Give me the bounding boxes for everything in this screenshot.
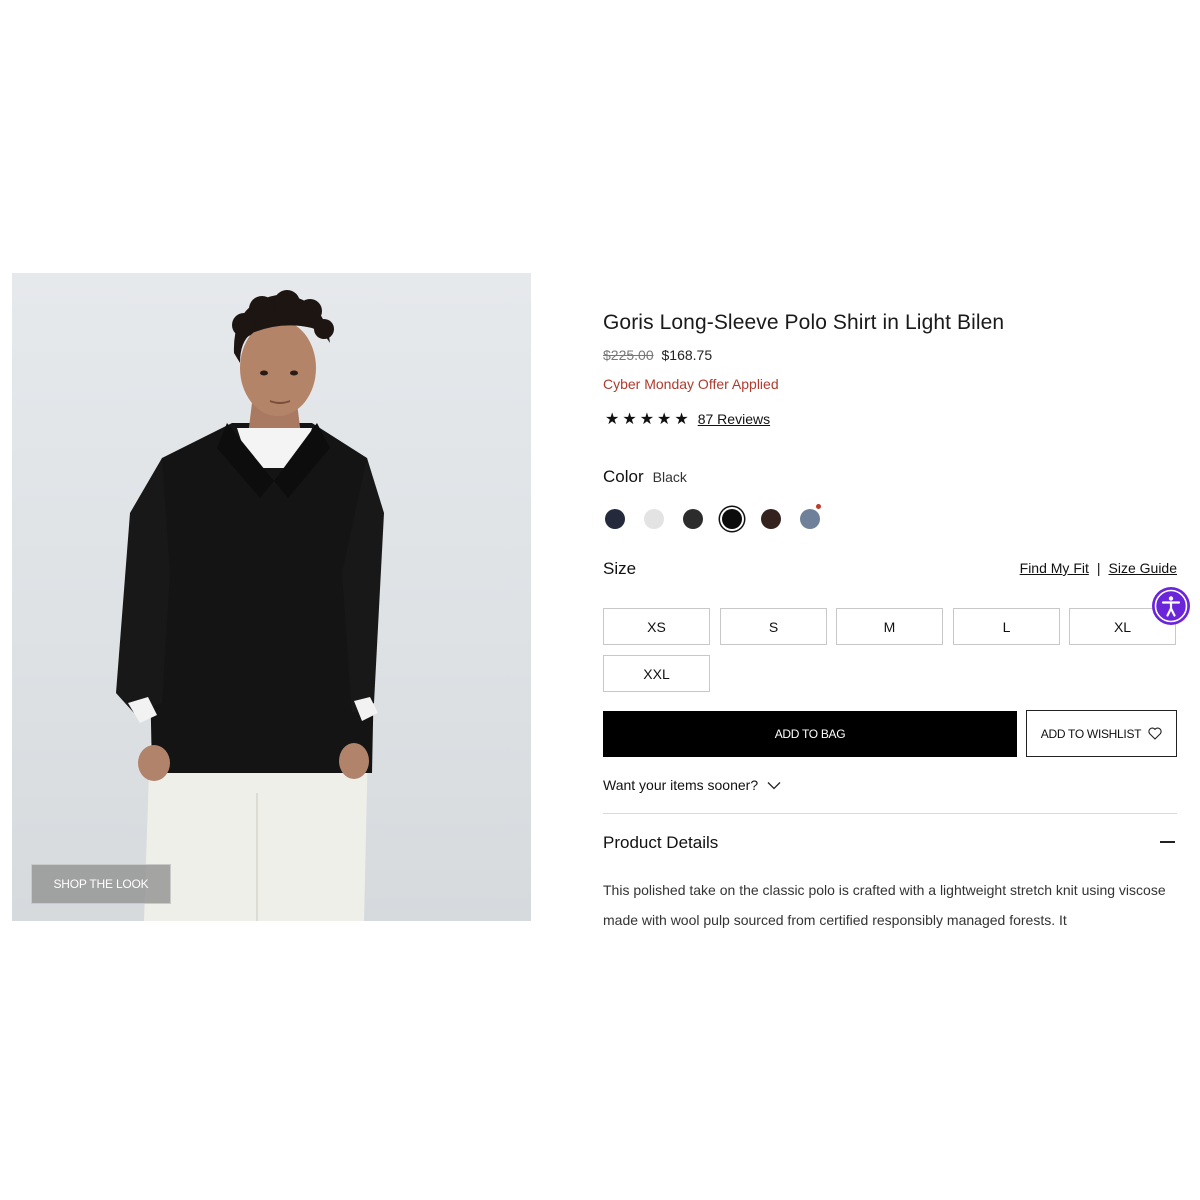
- size-guide-link[interactable]: Size Guide: [1109, 560, 1177, 576]
- color-swatch[interactable]: [722, 509, 742, 529]
- product-details-body: This polished take on the classic polo i…: [603, 882, 1166, 928]
- product-image[interactable]: SHOP THE LOOK: [12, 273, 531, 921]
- minus-icon[interactable]: [1160, 841, 1175, 843]
- color-swatch[interactable]: [644, 509, 664, 529]
- reviews-link[interactable]: 87 Reviews: [698, 411, 770, 427]
- divider: [603, 813, 1177, 814]
- size-option-xs[interactable]: XS: [603, 608, 710, 645]
- product-details-heading[interactable]: Product Details: [603, 833, 718, 853]
- want-sooner-toggle[interactable]: Want your items sooner?: [603, 777, 781, 793]
- color-swatch[interactable]: [605, 509, 625, 529]
- price: $225.00 $168.75: [603, 347, 712, 363]
- color-label: Color: [603, 467, 644, 486]
- star-icon: ★★★★★: [605, 411, 692, 428]
- offer-text: Cyber Monday Offer Applied: [603, 376, 779, 392]
- fit-links: Find My Fit | Size Guide: [1020, 560, 1177, 576]
- size-option-m[interactable]: M: [836, 608, 943, 645]
- color-selector-header: Color Black: [603, 467, 687, 487]
- want-sooner-label: Want your items sooner?: [603, 777, 759, 793]
- add-to-wishlist-button[interactable]: ADD TO WISHLIST: [1026, 710, 1177, 757]
- find-my-fit-link[interactable]: Find My Fit: [1020, 560, 1089, 576]
- swatch-indicator-dot: [816, 504, 821, 509]
- color-swatch[interactable]: [683, 509, 703, 529]
- size-option-l[interactable]: L: [953, 608, 1060, 645]
- size-label: Size: [603, 559, 637, 578]
- link-separator: |: [1096, 560, 1101, 576]
- add-to-bag-button[interactable]: ADD TO BAG: [603, 711, 1017, 757]
- color-swatches: [605, 504, 845, 531]
- accessibility-icon: [1154, 589, 1188, 623]
- product-title: Goris Long-Sleeve Polo Shirt in Light Bi…: [603, 311, 1005, 334]
- color-swatch[interactable]: [761, 509, 781, 529]
- size-option-s[interactable]: S: [720, 608, 827, 645]
- accessibility-button[interactable]: [1152, 587, 1190, 625]
- sale-price: $168.75: [661, 347, 713, 363]
- model-illustration: [116, 290, 384, 921]
- shop-the-look-button[interactable]: SHOP THE LOOK: [31, 864, 171, 904]
- original-price: $225.00: [603, 347, 654, 363]
- heart-icon: [1148, 727, 1162, 740]
- chevron-down-icon: [767, 781, 781, 789]
- rating: ★★★★★ 87 Reviews: [605, 409, 770, 429]
- color-swatch[interactable]: [800, 509, 820, 529]
- add-to-wishlist-label: ADD TO WISHLIST: [1040, 726, 1142, 741]
- selected-color-name: Black: [652, 469, 687, 485]
- size-option-xxl[interactable]: XXL: [603, 655, 710, 692]
